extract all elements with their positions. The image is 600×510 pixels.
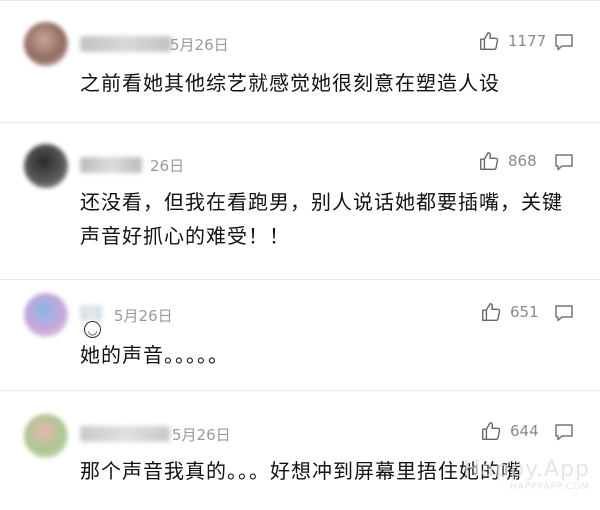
comment-bubble-icon[interactable] [554,423,574,445]
username[interactable] [80,426,170,442]
avatar[interactable] [24,22,68,66]
avatar[interactable] [24,144,68,188]
thumbs-up-icon [478,30,500,52]
username[interactable] [80,305,102,321]
watermark-url: HAPPYAPP.COM [510,482,590,492]
watermark-brand: Happy.App [463,457,590,482]
username[interactable] [80,36,172,52]
like-count: 651 [510,303,539,321]
comment-date: 26日 [150,157,185,175]
like-count: 1177 [508,32,547,50]
thumbs-up-icon [478,150,500,172]
comment-text: 她的声音。。。。。 [80,343,229,367]
like-button[interactable]: 1177 [478,30,546,52]
like-button[interactable]: 868 [478,150,537,172]
comment-bubble-icon[interactable] [554,304,574,326]
comment-item: 5月26日 644 那个声音我真的。。。好想冲到屏幕里捂住她的嘴 [0,390,600,510]
thumbs-up-icon [480,301,502,323]
comment-date: 5月26日 [172,426,231,444]
avatar[interactable] [24,414,68,458]
comment-bubble-icon[interactable] [554,33,574,55]
like-button[interactable]: 651 [480,301,539,323]
watermark: Happy.App HAPPYAPP.COM [463,457,590,492]
username[interactable] [80,157,142,173]
thumbs-up-icon [480,420,502,442]
like-count: 868 [508,152,537,170]
comment-item: 5月26日 ◡ 651 她的声音。。。。。 [0,279,600,390]
comment-text: 之前看她其他综艺就感觉她很刻意在塑造人设 [80,71,500,95]
smile-emoji-icon: ◡ [84,321,101,338]
like-count: 644 [510,422,539,440]
comment-item: 5月26日 1177 之前看她其他综艺就感觉她很刻意在塑造人设 [0,0,600,122]
like-button[interactable]: 644 [480,420,539,442]
comment-bubble-icon[interactable] [554,153,574,175]
comment-date: 5月26日 [114,307,173,325]
avatar[interactable] [24,293,68,337]
comment-date: 5月26日 [170,36,229,54]
comment-item: 26日 868 还没看，但我在看跑男，别人说话她都要插嘴，关键声音好抓心的难受！… [0,122,600,279]
comment-text: 还没看，但我在看跑男，别人说话她都要插嘴，关键声音好抓心的难受！！ [80,190,563,248]
